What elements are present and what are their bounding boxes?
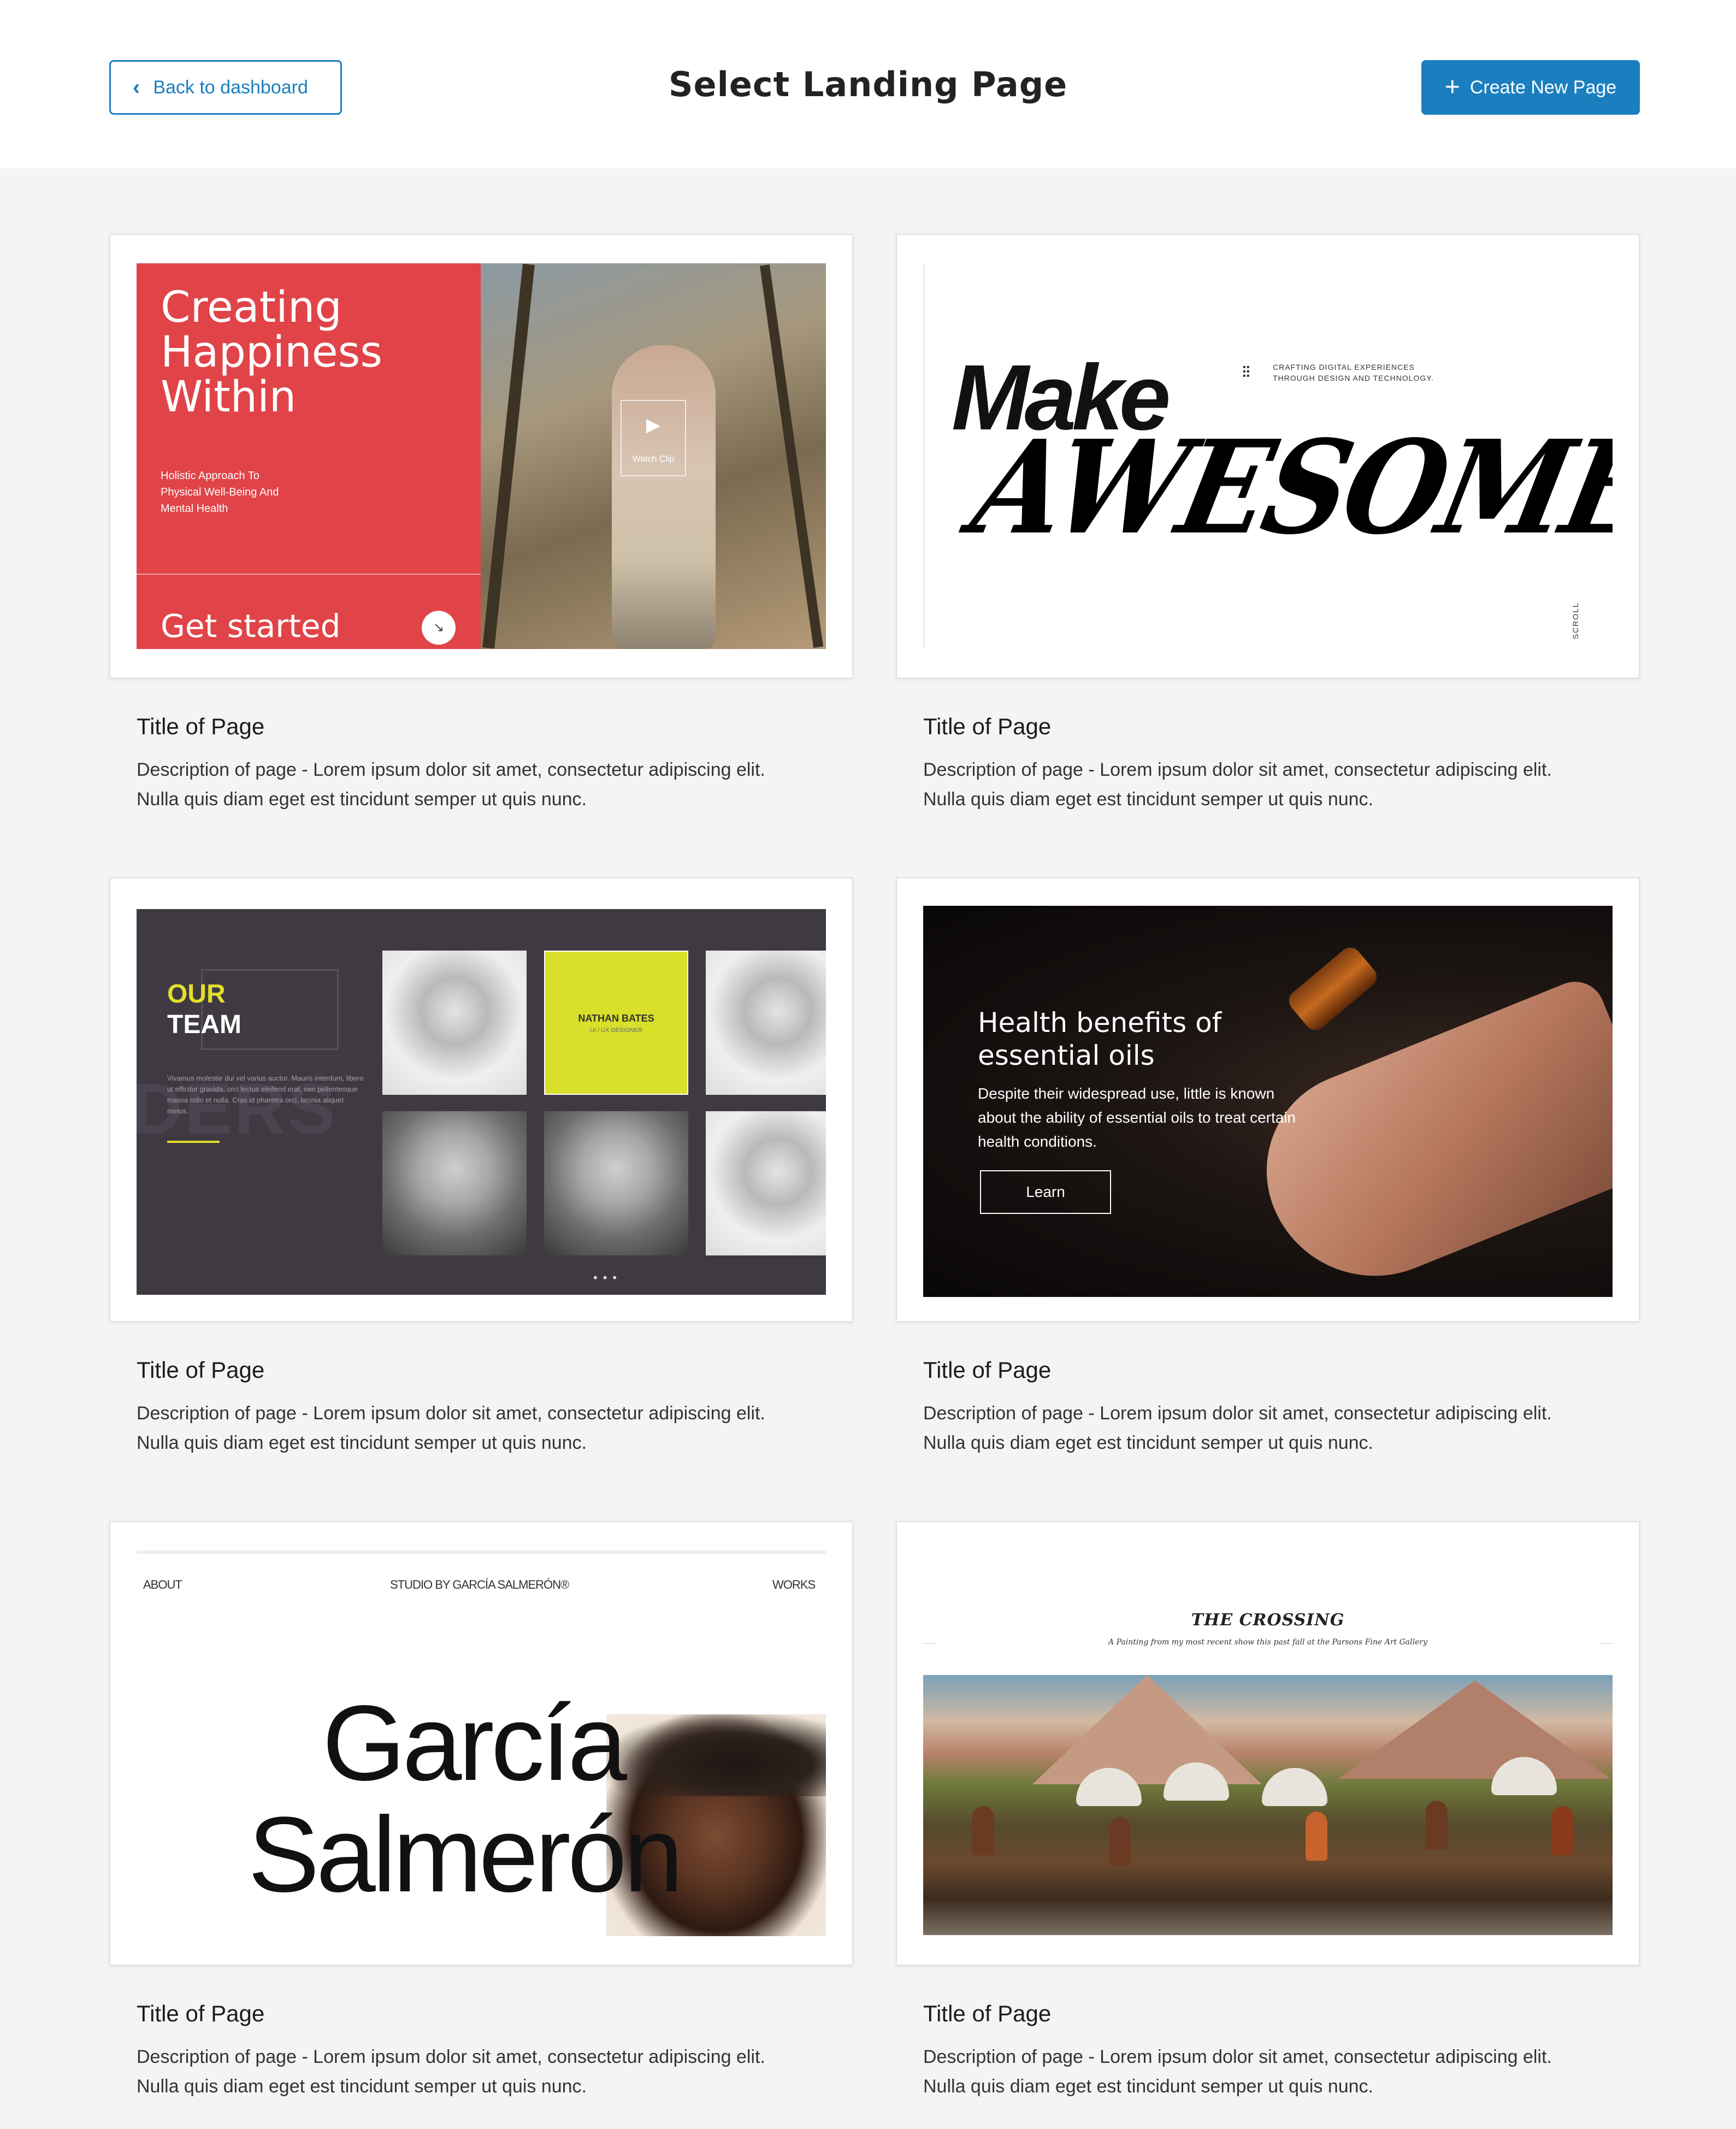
card-title: Title of Page xyxy=(923,2001,1052,2026)
preview-nav-studio: STUDIO BY GARCÍA SALMERÓN® xyxy=(390,1578,569,1591)
card-description: Description of page - Lorem ipsum dolor … xyxy=(923,759,1552,810)
preview-name-last: Salmerón xyxy=(248,1795,683,1914)
team-photo xyxy=(706,951,826,1095)
mountain-shape xyxy=(1338,1680,1611,1779)
preview-heading-our: OUR xyxy=(167,980,226,1009)
preview-subtext: Holistic Approach To Physical Well-Being… xyxy=(161,470,279,515)
page-preview-thumbnail: ABOUT STUDIO BY GARCÍA SALMERÓN® WORKS G… xyxy=(137,1550,826,1936)
team-photo xyxy=(382,1111,527,1255)
landing-page-card-2[interactable]: Make AWESOME ⫶⫶ CRAFTING DIGITAL EXPERIE… xyxy=(896,234,1640,679)
preview-title: THE CROSSING xyxy=(1191,1611,1345,1630)
card-description: Description of page - Lorem ipsum dolor … xyxy=(137,2047,765,2097)
create-button-label: Create New Page xyxy=(1469,76,1617,98)
arrow-icon: ↘ xyxy=(422,611,456,645)
card-title: Title of Page xyxy=(137,713,265,739)
card-info-3: Title of Page Description of page - Lore… xyxy=(137,1357,847,1458)
page-preview-thumbnail: Health benefits of essential oils Despit… xyxy=(923,906,1613,1297)
preview-photo: ▶ Watch Clip xyxy=(481,263,826,649)
preview-tagline: CRAFTING DIGITAL EXPERIENCES THROUGH DES… xyxy=(1273,363,1434,382)
card-info-1: Title of Page Description of page - Lore… xyxy=(137,713,847,814)
card-info-2: Title of Page Description of page - Lore… xyxy=(923,713,1633,814)
preview-subtitle: A Painting from my most recent show this… xyxy=(1108,1638,1427,1647)
divider xyxy=(137,1550,826,1554)
accent-bar xyxy=(167,1141,220,1143)
divider xyxy=(1599,1643,1613,1644)
landing-page-card-6[interactable]: THE CROSSING A Painting from my most rec… xyxy=(896,1521,1640,1966)
team-photo xyxy=(544,1111,688,1255)
card-title: Title of Page xyxy=(137,2001,265,2026)
mountain-shape xyxy=(1032,1675,1262,1784)
top-header: ‹ Back to dashboard Select Landing Page … xyxy=(0,0,1736,168)
preview-cta: Get started xyxy=(161,608,341,645)
tree-shape xyxy=(482,263,535,649)
preview-red-panel: Creating Happiness Within Holistic Appro… xyxy=(137,263,481,649)
plus-icon: + xyxy=(1444,73,1460,102)
page-preview-thumbnail: THE CROSSING A Painting from my most rec… xyxy=(923,1522,1613,1937)
card-description: Description of page - Lorem ipsum dolor … xyxy=(137,759,765,810)
play-video-button: ▶ Watch Clip xyxy=(621,400,686,476)
preview-nav-about: ABOUT xyxy=(143,1578,182,1591)
carousel-dots: ••• xyxy=(593,1271,623,1284)
page-preview-thumbnail: Make AWESOME ⫶⫶ CRAFTING DIGITAL EXPERIE… xyxy=(923,263,1613,649)
portrait-hair xyxy=(606,1714,826,1796)
rider-figure xyxy=(1426,1801,1448,1850)
preview-name-first: García xyxy=(322,1683,627,1803)
landing-page-card-3[interactable]: DERS OUR TEAM Vivamus molestie dui vel v… xyxy=(109,877,853,1322)
wagon-shape xyxy=(1262,1768,1327,1806)
scroll-indicator: SCROLL xyxy=(1571,602,1580,640)
divider xyxy=(923,1643,936,1644)
preview-headline: Health benefits of essential oils xyxy=(978,1007,1222,1071)
rider-figure xyxy=(972,1806,994,1855)
divider xyxy=(923,263,925,649)
landing-page-card-5[interactable]: ABOUT STUDIO BY GARCÍA SALMERÓN® WORKS G… xyxy=(109,1521,853,1966)
landing-page-card-4[interactable]: Health benefits of essential oils Despit… xyxy=(896,877,1640,1322)
card-description: Description of page - Lorem ipsum dolor … xyxy=(137,1403,765,1453)
divider xyxy=(137,574,481,575)
card-title: Title of Page xyxy=(923,1357,1052,1383)
oil-bottle-shape xyxy=(1284,943,1381,1035)
card-description: Description of page - Lorem ipsum dolor … xyxy=(923,2047,1552,2097)
member-name: NATHAN BATES xyxy=(578,1013,654,1024)
team-photo xyxy=(382,951,527,1095)
rider-figure xyxy=(1551,1806,1573,1855)
painting-image xyxy=(923,1675,1613,1935)
video-label: Watch Clip xyxy=(632,455,675,464)
member-role: UI / UX DESIGNER xyxy=(590,1027,642,1034)
card-info-4: Title of Page Description of page - Lore… xyxy=(923,1357,1633,1458)
preview-headline: Creating Happiness Within xyxy=(161,283,382,422)
preview-body-text: Despite their widespread use, little is … xyxy=(978,1085,1296,1150)
preview-body-text: Vivamus molestie dui vel varius auctor. … xyxy=(167,1074,364,1115)
rider-figure xyxy=(1306,1812,1327,1861)
card-info-6: Title of Page Description of page - Lore… xyxy=(923,2001,1633,2101)
card-title: Title of Page xyxy=(137,1357,265,1383)
card-title: Title of Page xyxy=(923,713,1052,739)
card-description: Description of page - Lorem ipsum dolor … xyxy=(923,1403,1552,1453)
team-photo xyxy=(706,1111,826,1255)
logo-icon: ⫶⫶ xyxy=(1242,364,1250,381)
woman-figure xyxy=(612,345,716,649)
create-new-page-button[interactable]: + Create New Page xyxy=(1421,60,1640,115)
preview-heading-team: TEAM xyxy=(167,1010,241,1039)
team-member-card: NATHAN BATES UI / UX DESIGNER xyxy=(544,951,688,1095)
landing-page-card-1[interactable]: Creating Happiness Within Holistic Appro… xyxy=(109,234,853,679)
preview-word-awesome: AWESOME xyxy=(961,412,1613,563)
rider-figure xyxy=(1109,1817,1131,1866)
tree-shape xyxy=(759,264,824,648)
preview-nav-works: WORKS xyxy=(772,1578,816,1591)
page-preview-thumbnail: Creating Happiness Within Holistic Appro… xyxy=(137,263,826,649)
card-info-5: Title of Page Description of page - Lore… xyxy=(137,2001,847,2101)
play-icon: ▶ xyxy=(646,415,661,435)
learn-button: Learn xyxy=(980,1170,1111,1214)
page-preview-thumbnail: DERS OUR TEAM Vivamus molestie dui vel v… xyxy=(137,909,826,1295)
